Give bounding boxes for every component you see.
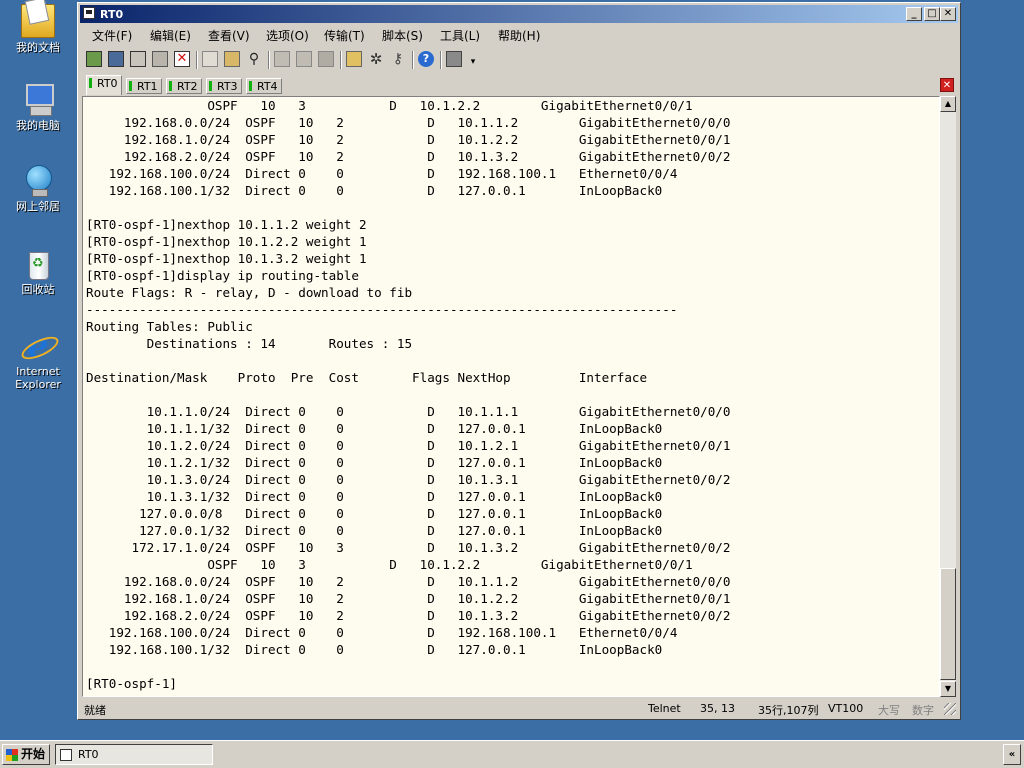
find-icon[interactable]: ⚲ xyxy=(246,51,262,67)
chevron-down-icon[interactable]: ▾ xyxy=(468,51,478,67)
menu-file[interactable]: 文件(F) xyxy=(92,27,132,44)
start-button[interactable]: 开始 xyxy=(2,744,50,765)
desktop-icon-label: Internet Explorer xyxy=(15,365,61,391)
menu-transfer[interactable]: 传输(T) xyxy=(324,27,365,44)
menu-bar: 文件(F) 编辑(E) 查看(V) 选项(O) 传输(T) 脚本(S) 工具(L… xyxy=(80,24,958,44)
toolbar: ✕ ⚲ ✲ ⚷ ? ▾ xyxy=(82,48,496,72)
app-icon xyxy=(60,749,72,761)
disconnect-icon[interactable]: ✕ xyxy=(174,51,190,67)
status-rows-cols: 35行,107列 xyxy=(758,704,819,717)
session-tab-bar: RT0 RT1 RT2 RT3 RT4 ✕ xyxy=(82,75,956,95)
desktop-icon-label: 网上邻居 xyxy=(16,200,60,213)
desktop-icon-my-documents[interactable]: 我的文档 xyxy=(6,4,70,54)
status-ready: 就绪 xyxy=(84,704,106,717)
desktop-icon-network[interactable]: 网上邻居 xyxy=(6,165,70,213)
scroll-down-button[interactable]: ▼ xyxy=(940,681,956,697)
desktop-icon-recycle-bin[interactable]: 回收站 xyxy=(6,248,70,296)
menu-edit[interactable]: 编辑(E) xyxy=(150,27,191,44)
resize-grip-icon[interactable] xyxy=(944,703,956,715)
terminal-output[interactable]: OSPF 10 3 D 10.1.2.2 GigabitEthernet0/0/… xyxy=(82,96,940,697)
reconnect-icon[interactable] xyxy=(152,51,168,67)
print-setup-icon[interactable] xyxy=(318,51,334,67)
network-icon xyxy=(22,165,54,197)
status-protocol: Telnet xyxy=(648,702,681,715)
desktop-icon-label: 回收站 xyxy=(21,283,55,296)
title-bar[interactable]: RT0 _ □ ✕ xyxy=(80,5,958,23)
taskbar-item-label: RT0 xyxy=(78,748,99,761)
menu-tools[interactable]: 工具(L) xyxy=(440,27,480,44)
desktop-icon-label: 我的文档 xyxy=(16,41,60,54)
scroll-up-button[interactable]: ▲ xyxy=(940,96,956,112)
session-options-icon[interactable] xyxy=(346,51,362,67)
desktop-icon-my-computer[interactable]: 我的电脑 xyxy=(6,84,70,132)
desktop-icon-label: 我的电脑 xyxy=(16,119,60,132)
menu-view[interactable]: 查看(V) xyxy=(208,27,250,44)
global-options-icon[interactable]: ✲ xyxy=(368,51,384,67)
keymap-icon[interactable] xyxy=(446,51,462,67)
vertical-scrollbar[interactable]: ▲ ▼ xyxy=(940,96,956,697)
taskbar-item-rt0[interactable]: RT0 xyxy=(55,744,213,765)
tray-expand-button[interactable]: « xyxy=(1003,744,1021,765)
terminal-text: OSPF 10 3 D 10.1.2.2 GigabitEthernet0/0/… xyxy=(86,98,731,691)
help-icon[interactable]: ? xyxy=(418,51,434,67)
status-emulation: VT100 xyxy=(828,702,864,715)
close-button[interactable]: ✕ xyxy=(940,7,956,21)
close-tab-icon[interactable]: ✕ xyxy=(940,78,954,92)
connect-tab-icon[interactable] xyxy=(130,51,146,67)
key-icon[interactable]: ⚷ xyxy=(390,51,406,67)
connect-icon[interactable] xyxy=(86,51,102,67)
window-title: RT0 xyxy=(100,8,124,21)
computer-icon xyxy=(22,84,54,116)
print-icon[interactable] xyxy=(274,51,290,67)
status-cursor-position: 35, 13 xyxy=(700,702,735,715)
menu-options[interactable]: 选项(O) xyxy=(266,27,309,44)
tab-rt3[interactable]: RT3 xyxy=(206,78,242,94)
scroll-thumb[interactable] xyxy=(940,568,956,680)
print-selection-icon[interactable] xyxy=(296,51,312,67)
folder-icon xyxy=(21,4,55,38)
menu-help[interactable]: 帮助(H) xyxy=(498,27,540,44)
copy-icon[interactable] xyxy=(202,51,218,67)
taskbar: 开始 RT0 « xyxy=(0,740,1024,768)
maximize-button[interactable]: □ xyxy=(924,7,940,21)
internet-explorer-icon: e xyxy=(22,329,54,363)
windows-logo-icon xyxy=(6,749,18,761)
desktop-icon-internet-explorer[interactable]: e Internet Explorer xyxy=(6,329,70,391)
menu-script[interactable]: 脚本(S) xyxy=(382,27,423,44)
recycle-bin-icon xyxy=(22,248,54,280)
tab-rt4[interactable]: RT4 xyxy=(246,78,282,94)
status-num-lock: 数字 xyxy=(912,704,934,717)
paste-icon[interactable] xyxy=(224,51,240,67)
app-icon xyxy=(83,7,95,19)
status-bar: 就绪 Telnet 35, 13 35行,107列 VT100 大写 数字 xyxy=(80,699,958,717)
tab-rt0[interactable]: RT0 xyxy=(86,75,122,95)
tab-rt1[interactable]: RT1 xyxy=(126,78,162,94)
terminal-window: RT0 _ □ ✕ 文件(F) 编辑(E) 查看(V) 选项(O) 传输(T) … xyxy=(77,2,961,720)
minimize-button[interactable]: _ xyxy=(906,7,922,21)
tab-rt2[interactable]: RT2 xyxy=(166,78,202,94)
quick-connect-icon[interactable] xyxy=(108,51,124,67)
status-caps-lock: 大写 xyxy=(878,704,900,717)
start-label: 开始 xyxy=(21,747,46,761)
